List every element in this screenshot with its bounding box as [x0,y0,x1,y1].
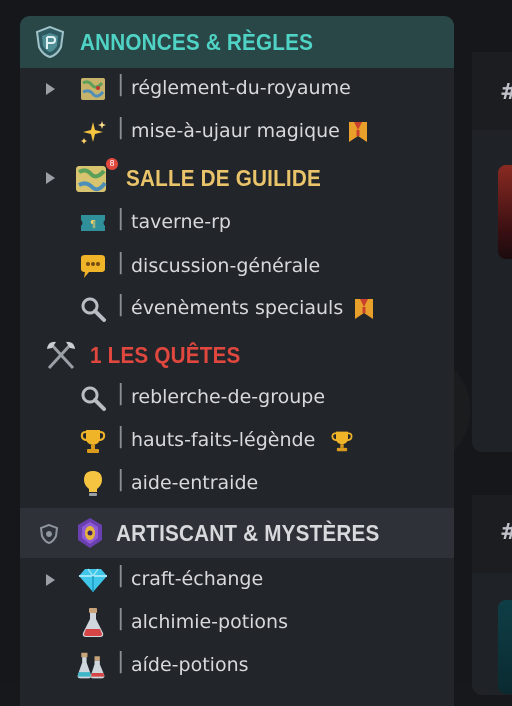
chevron-right-icon[interactable] [46,83,55,95]
category-title: 1 LES QUÊTES [90,341,241,368]
channel-evenements-speciaux[interactable]: | évenèments speciauls [20,289,454,329]
channel-label: aíde-potions [131,654,249,676]
category-artisans-mysteries[interactable]: ARTISCANT & MYSTÈRES [20,508,454,558]
lightbulb-icon [78,469,108,499]
preview-thumbnail[interactable] [498,600,512,694]
diamond-icon [78,565,108,595]
channel-separator: | [117,250,125,275]
channel-label: mise-à-ujaur magique [131,120,340,142]
channel-mise-a-jour-magique[interactable]: | mise-à-ujaur magique [20,112,454,152]
channel-separator: | [117,381,125,406]
channel-separator: | [117,206,125,231]
channel-reglement-du-royaume[interactable]: | réglement-du-royaume [20,69,454,109]
channel-separator: | [117,115,125,140]
channel-separator: | [117,424,125,449]
channel-aide-potions[interactable]: | aíde-potions [20,646,454,686]
preview-thumbnail[interactable] [498,165,512,259]
channel-separator: | [117,72,125,97]
shield-outline-icon [38,523,60,549]
banner-icon [346,119,370,145]
map-icon [78,74,108,104]
category-title: ARTISCANT & MYSTÈRES [116,519,380,546]
channel-recherche-de-groupe[interactable]: | reblerche-de-groupe [20,378,454,418]
channel-label: évenèments speciauls [131,297,344,319]
channel-sidebar: ANNONCES & RÈGLES | réglement-du-royaume… [20,16,454,706]
magnifier-icon [78,294,108,324]
channel-separator: | [117,292,125,317]
channel-taverne-rp[interactable]: ¶ | taverne-rp [20,203,454,243]
category-title: SALLE DE GUILIDE [126,164,321,191]
ticket-icon: ¶ [78,208,108,238]
channel-label: reblerche-de-groupe [131,386,326,408]
chevron-right-icon[interactable] [46,574,55,586]
chevron-right-icon[interactable] [46,172,55,184]
crossed-axes-icon [44,339,78,375]
trophy-icon [78,426,108,456]
notification-badge: 8 [106,158,118,170]
channel-separator: | [117,563,125,588]
hash-icon: # [500,520,512,545]
channel-label: alchimie-potions [131,611,289,633]
potion-icon [78,608,108,638]
magnifier-icon [78,383,108,413]
channel-label: craft-échange [131,568,264,590]
channel-separator: | [117,606,125,631]
category-guild-hall[interactable]: 8 SALLE DE GUILIDE [20,155,454,201]
category-announcements[interactable]: ANNONCES & RÈGLES [20,16,454,68]
channel-hauts-faits-legende[interactable]: | hauts-faits-légènde [20,421,454,461]
potions-icon [76,651,106,681]
channel-label: réglement-du-royaume [131,77,351,99]
speech-bubble-icon [78,252,108,282]
channel-label: taverne-rp [131,211,231,233]
channel-aide-entraide[interactable]: | aide-entraide [20,464,454,504]
hash-icon: # [500,80,512,105]
banner-icon [352,296,376,322]
category-title: ANNONCES & RÈGLES [80,28,314,55]
channel-label: aide-entraide [131,472,259,494]
channel-separator: | [117,467,125,492]
category-quests[interactable]: 1 LES QUÊTES [20,333,454,377]
trophy-icon [330,428,354,454]
channel-label: hauts-faits-légènde [131,429,316,451]
channel-discussion-generale[interactable]: | discussion-générale [20,247,454,287]
shield-icon [34,25,66,63]
svg-text:¶: ¶ [90,219,96,230]
sparkles-icon [78,117,108,147]
channel-separator: | [117,649,125,674]
channel-alchimie-potions[interactable]: | alchimie-potions [20,603,454,643]
mystic-eye-icon [74,516,106,554]
channel-label: discussion-générale [131,255,321,277]
channel-craft-echange[interactable]: | craft-échange [20,560,454,600]
